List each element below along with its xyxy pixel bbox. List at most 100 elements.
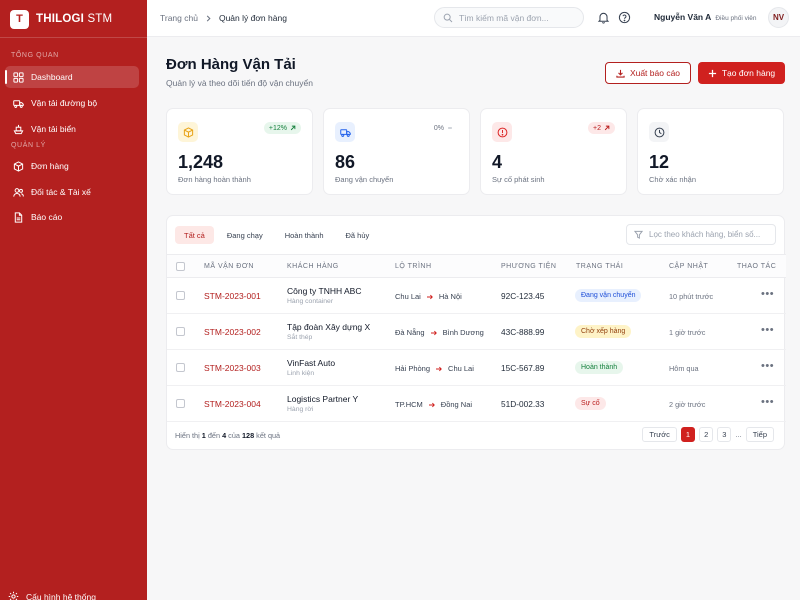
table-row[interactable]: STM-2023-003 VinFast Auto Linh kiện Hải … bbox=[167, 350, 786, 386]
column-header[interactable]: TRẠNG THÁI bbox=[576, 263, 623, 270]
more-actions-icon[interactable]: ••• bbox=[761, 360, 774, 372]
column-header[interactable]: LỘ TRÌNH bbox=[395, 263, 432, 270]
row-checkbox[interactable] bbox=[176, 399, 185, 408]
settings-label: Cấu hình hệ thống bbox=[26, 591, 96, 600]
status-badge: Sự cố bbox=[575, 397, 606, 410]
page-button-1[interactable]: 1 bbox=[680, 427, 696, 442]
more-actions-icon[interactable]: ••• bbox=[761, 396, 774, 408]
sidebar-item-settings[interactable]: Cấu hình hệ thống bbox=[8, 591, 96, 600]
stat-card-incidents: +2 4 Sự cố phát sinh bbox=[480, 108, 627, 195]
search-box bbox=[434, 7, 584, 28]
user-info[interactable]: Nguyễn Văn A Điều phối viên bbox=[654, 12, 757, 22]
sidebar-item-orders[interactable]: Đơn hàng bbox=[5, 155, 139, 177]
route: TP.HCM Đồng Nai bbox=[395, 400, 472, 409]
breadcrumb-home[interactable]: Trang chủ bbox=[160, 13, 198, 23]
vehicle-plate: 92C-123.45 bbox=[501, 291, 545, 301]
customer-name: Logistics Partner Y bbox=[287, 394, 359, 404]
divider bbox=[0, 37, 147, 38]
sidebar-item-dashboard[interactable]: Dashboard bbox=[5, 66, 139, 88]
plus-icon bbox=[708, 69, 716, 77]
filter-input[interactable] bbox=[649, 230, 774, 239]
route: Chu Lai Hà Nội bbox=[395, 292, 462, 301]
tab-cancelled[interactable]: Đã hủy bbox=[337, 226, 379, 244]
gear-icon bbox=[8, 591, 19, 600]
tab-all[interactable]: Tất cả bbox=[175, 226, 214, 244]
column-header[interactable]: PHƯƠNG TIỆN bbox=[501, 263, 556, 270]
stat-label: Đang vận chuyển bbox=[335, 175, 394, 184]
user-role: Điều phối viên bbox=[715, 15, 757, 22]
stat-label: Sự cố phát sinh bbox=[492, 175, 545, 184]
customer-name: VinFast Auto bbox=[287, 358, 336, 368]
column-header: THAO TÁC bbox=[737, 263, 777, 270]
more-actions-icon[interactable]: ••• bbox=[761, 324, 774, 336]
box-icon bbox=[13, 160, 24, 172]
row-checkbox[interactable] bbox=[176, 327, 185, 336]
clock-icon bbox=[649, 122, 669, 142]
column-header[interactable]: MÃ VẬN ĐƠN bbox=[204, 263, 254, 270]
select-all-checkbox[interactable] bbox=[176, 262, 185, 271]
table-row[interactable]: STM-2023-001 Công ty TNHH ABC Hàng conta… bbox=[167, 278, 786, 314]
more-actions-icon[interactable]: ••• bbox=[761, 288, 774, 300]
package-icon bbox=[178, 122, 198, 142]
arrow-up-right-icon bbox=[290, 125, 296, 131]
section-manage-title: QUẢN LÝ bbox=[11, 142, 46, 149]
brand[interactable]: T THILOGI STM bbox=[10, 9, 112, 29]
stat-value: 4 bbox=[492, 152, 503, 172]
stat-value: 86 bbox=[335, 152, 356, 172]
page-subtitle: Quản lý và theo dõi tiến độ vận chuyển bbox=[166, 78, 313, 88]
sidebar-item-road-transport[interactable]: Vận tải đường bộ bbox=[5, 92, 139, 114]
export-report-button[interactable]: Xuất báo cáo bbox=[605, 62, 691, 84]
grid-icon bbox=[13, 71, 24, 83]
status-cell: Hoàn thành bbox=[575, 361, 624, 374]
next-page-button[interactable]: Tiếp bbox=[745, 427, 774, 442]
order-code[interactable]: STM-2023-002 bbox=[204, 327, 261, 337]
route-to: Chu Lai bbox=[448, 364, 474, 373]
sidebar-item-sea-transport[interactable]: Vận tải biển bbox=[5, 118, 139, 140]
create-order-button[interactable]: Tạo đơn hàng bbox=[698, 62, 785, 84]
breadcrumb: Trang chủ Quản lý đơn hàng bbox=[160, 13, 287, 23]
filter-tabs: Tất cả Đang chạy Hoàn thành Đã hủy bbox=[175, 226, 378, 244]
logo: T bbox=[10, 9, 29, 29]
cargo-type: Hàng container bbox=[287, 298, 334, 305]
column-header[interactable]: CẬP NHẬT bbox=[669, 263, 708, 270]
route-to: Bình Dương bbox=[442, 328, 484, 337]
prev-page-button[interactable]: Trước bbox=[642, 427, 677, 442]
tab-completed[interactable]: Hoàn thành bbox=[276, 226, 333, 244]
order-code[interactable]: STM-2023-001 bbox=[204, 291, 261, 301]
updated-time: 10 phút trước bbox=[669, 292, 714, 301]
table-header: MÃ VẬN ĐƠN KHÁCH HÀNG LỘ TRÌNH PHƯƠNG TI… bbox=[167, 254, 786, 278]
sidebar-item-label: Vận tải đường bộ bbox=[31, 98, 98, 108]
search-input[interactable] bbox=[459, 12, 579, 23]
page-title: Đơn Hàng Vận Tải bbox=[166, 56, 296, 73]
sidebar-item-reports[interactable]: Báo cáo bbox=[5, 206, 139, 228]
alert-icon bbox=[492, 122, 512, 142]
stat-value: 1,248 bbox=[178, 152, 224, 172]
breadcrumb-current: Quản lý đơn hàng bbox=[218, 13, 287, 23]
route-from: Hải Phòng bbox=[395, 364, 431, 373]
bell-icon[interactable] bbox=[597, 11, 610, 24]
trend-badge: 0% bbox=[429, 122, 458, 134]
status-cell: Đang vận chuyển bbox=[575, 289, 642, 302]
route-to: Hà Nội bbox=[438, 292, 462, 301]
status-badge: Chờ xếp hàng bbox=[575, 325, 632, 338]
page-button-3[interactable]: 3 bbox=[717, 427, 732, 442]
tab-running[interactable]: Đang chạy bbox=[218, 226, 272, 244]
pagination: Trước 1 2 3 ... Tiếp bbox=[642, 427, 774, 442]
chevron-right-icon bbox=[206, 15, 211, 21]
route: Hải Phòng Chu Lai bbox=[395, 364, 474, 373]
status-cell: Chờ xếp hàng bbox=[575, 325, 632, 338]
row-checkbox[interactable] bbox=[176, 291, 185, 300]
help-icon[interactable] bbox=[618, 11, 631, 24]
file-icon bbox=[14, 211, 23, 223]
trend-badge: +12% bbox=[263, 122, 301, 134]
row-checkbox[interactable] bbox=[176, 363, 185, 372]
sidebar-item-partners[interactable]: Đối tác & Tài xế bbox=[5, 181, 139, 203]
arrow-right-icon bbox=[426, 294, 433, 299]
column-header[interactable]: KHÁCH HÀNG bbox=[287, 263, 339, 270]
order-code[interactable]: STM-2023-004 bbox=[204, 399, 261, 409]
avatar[interactable]: NV bbox=[768, 7, 789, 28]
table-row[interactable]: STM-2023-004 Logistics Partner Y Hàng rờ… bbox=[167, 386, 786, 422]
table-row[interactable]: STM-2023-002 Tập đoàn Xây dựng X Sắt thé… bbox=[167, 314, 786, 350]
order-code[interactable]: STM-2023-003 bbox=[204, 363, 261, 373]
page-button-2[interactable]: 2 bbox=[699, 427, 714, 442]
